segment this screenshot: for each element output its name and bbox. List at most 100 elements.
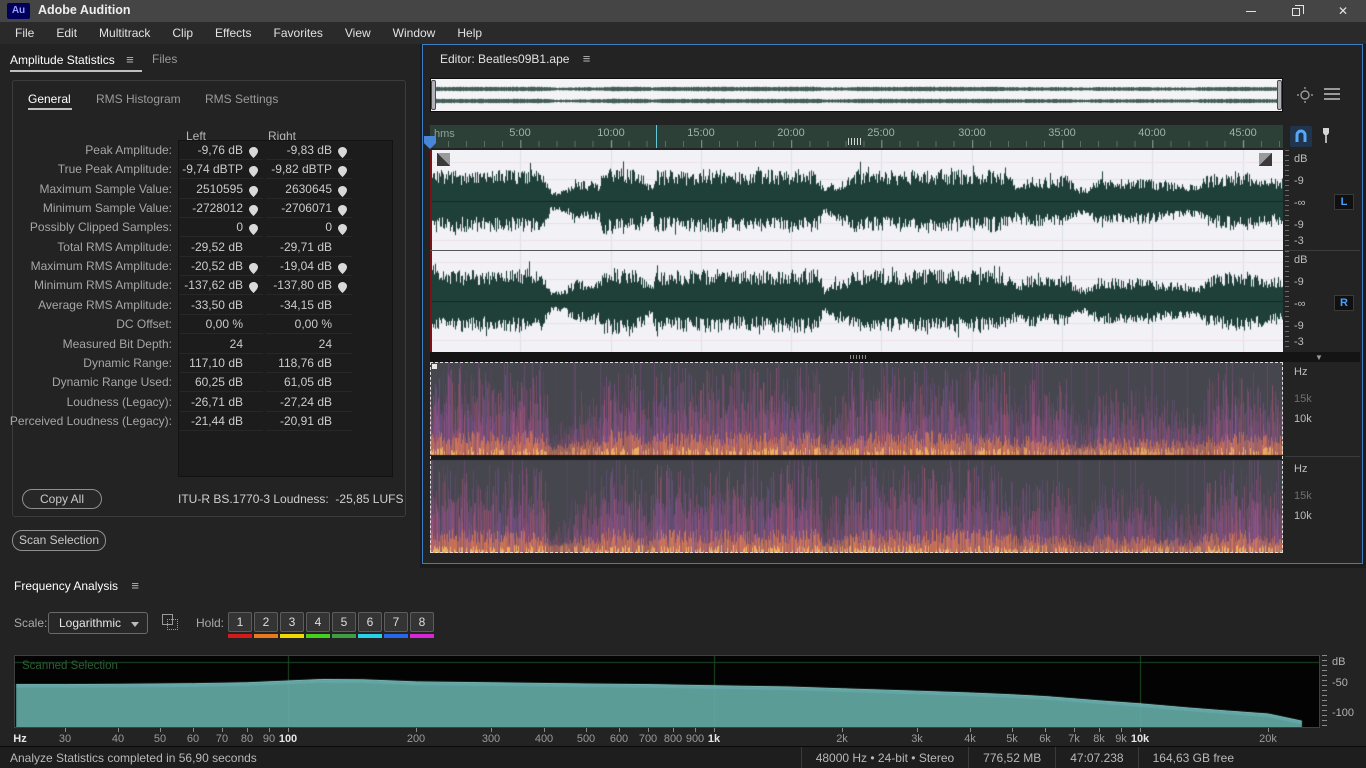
- scale-dropdown[interactable]: Logarithmic: [48, 612, 148, 634]
- scale-dropdown-value: Logarithmic: [59, 616, 122, 630]
- stat-cell-right[interactable]: -27,24 dB: [266, 393, 352, 412]
- stat-cell-right[interactable]: 24: [266, 335, 352, 354]
- stat-cell-right[interactable]: -19,04 dB: [266, 257, 352, 276]
- navigator-right-handle[interactable]: [1277, 80, 1282, 110]
- stat-value: -9,82 dBTP: [271, 162, 332, 176]
- stat-cell-left[interactable]: -26,71 dB: [179, 393, 263, 412]
- hold-button-6[interactable]: 6: [358, 612, 382, 632]
- stat-value: -20,52 dB: [190, 259, 243, 273]
- stat-cell-left[interactable]: -29,52 dB: [179, 238, 263, 257]
- menu-help[interactable]: Help: [446, 22, 493, 44]
- stat-cell-right[interactable]: -9,82 dBTP: [266, 160, 352, 179]
- hold-button-1[interactable]: 1: [228, 612, 252, 632]
- editor-panel-menu-icon[interactable]: ≡: [583, 51, 591, 66]
- stat-cell-right[interactable]: -2706071: [266, 199, 352, 218]
- stat-cell-left[interactable]: -137,62 dB: [179, 276, 263, 295]
- minimize-button[interactable]: [1228, 0, 1274, 22]
- hold-button-4[interactable]: 4: [306, 612, 330, 632]
- hz-tick-label: 15k: [1294, 490, 1312, 502]
- close-button[interactable]: ✕: [1320, 0, 1366, 22]
- hold-button-3[interactable]: 3: [280, 612, 304, 632]
- stat-cell-left[interactable]: -2728012: [179, 199, 263, 218]
- view-splitter[interactable]: ▼: [430, 352, 1360, 362]
- ruler-grip-icon[interactable]: [848, 138, 862, 145]
- tab-rms-settings[interactable]: RMS Settings: [205, 92, 278, 106]
- stat-cell-right[interactable]: -9,83 dB: [266, 141, 352, 160]
- stat-cell-right[interactable]: 2630645: [266, 180, 352, 199]
- tab-amplitude-statistics[interactable]: Amplitude Statistics ≡: [10, 52, 134, 67]
- stat-cell-left[interactable]: -33,50 dB: [179, 296, 263, 315]
- selection-handle-square[interactable]: [432, 364, 437, 369]
- stat-cell-left[interactable]: 0: [179, 218, 263, 237]
- hold-button-7[interactable]: 7: [384, 612, 408, 632]
- menu-clip[interactable]: Clip: [161, 22, 204, 44]
- stat-cell-left[interactable]: 60,25 dB: [179, 373, 263, 392]
- tab-general[interactable]: General: [28, 92, 71, 106]
- stat-cell-right[interactable]: -29,71 dB: [266, 238, 352, 257]
- menu-file[interactable]: File: [4, 22, 45, 44]
- menu-window[interactable]: Window: [382, 22, 447, 44]
- panel-menu-icon[interactable]: ≡: [131, 578, 139, 593]
- selection-corner-handle-right[interactable]: [1259, 153, 1272, 166]
- hold-button-2[interactable]: 2: [254, 612, 278, 632]
- frequency-analysis-panel: Frequency Analysis ≡ Scale: Logarithmic …: [0, 568, 1366, 746]
- tab-label: Amplitude Statistics: [10, 53, 115, 67]
- hz-unit-label: Hz: [1294, 366, 1308, 378]
- x-axis-tick: [1140, 728, 1141, 732]
- stat-cell-right[interactable]: 118,76 dB: [266, 354, 352, 373]
- stat-cell-right[interactable]: -34,15 dB: [266, 296, 352, 315]
- stat-cell-right[interactable]: 61,05 dB: [266, 373, 352, 392]
- stat-cell-right[interactable]: 0,00 %: [266, 315, 352, 334]
- selection-corner-handle-left[interactable]: [437, 153, 450, 166]
- panel-menu-icon[interactable]: ≡: [126, 52, 134, 67]
- stat-cell-left[interactable]: -9,74 dBTP: [179, 160, 263, 179]
- restore-button[interactable]: [1274, 0, 1320, 22]
- stat-cell-left[interactable]: -20,52 dB: [179, 257, 263, 276]
- splitter-grip-icon[interactable]: [850, 355, 866, 359]
- menu-effects[interactable]: Effects: [204, 22, 262, 44]
- overview-navigator[interactable]: [430, 78, 1283, 112]
- menu-favorites[interactable]: Favorites: [263, 22, 334, 44]
- stat-cell-left[interactable]: -9,76 dB: [179, 141, 263, 160]
- ruler-major-tick: [791, 140, 792, 148]
- zoom-navigator-icon[interactable]: [1296, 86, 1314, 104]
- menu-view[interactable]: View: [334, 22, 382, 44]
- tab-files[interactable]: Files: [152, 52, 177, 66]
- collapse-arrow-icon[interactable]: ▼: [1315, 353, 1323, 362]
- stat-value: -33,50 dB: [190, 298, 243, 312]
- stat-cell-left[interactable]: 2510595: [179, 180, 263, 199]
- timeline-ruler[interactable]: hms 5:00 10:00 15:00 20:00 25:00 30:00 35:00 40…: [430, 125, 1283, 148]
- stat-cell-left[interactable]: 24: [179, 335, 263, 354]
- editor-tab[interactable]: Editor: Beatles09B1.ape ≡: [440, 51, 590, 66]
- stat-cell-left[interactable]: 0,00 %: [179, 315, 263, 334]
- copy-all-button[interactable]: Copy All: [22, 489, 102, 509]
- display-options-icon[interactable]: [1324, 88, 1340, 101]
- stat-value: 0: [236, 220, 243, 234]
- snapshot-icon[interactable]: [162, 614, 180, 632]
- channel-badge-left[interactable]: L: [1334, 194, 1354, 210]
- snap-toggle-button[interactable]: [1290, 126, 1312, 147]
- stat-cell-right[interactable]: 0: [266, 218, 352, 237]
- waveform-display[interactable]: [430, 150, 1283, 352]
- x-axis-label-5k: 5k: [1006, 733, 1018, 745]
- x-axis-label-40: 40: [111, 733, 125, 745]
- frequency-chart[interactable]: [14, 655, 1320, 728]
- navigator-left-handle[interactable]: [431, 80, 436, 110]
- stat-cell-right[interactable]: -20,91 dB: [266, 412, 352, 431]
- scan-selection-button[interactable]: Scan Selection: [12, 530, 106, 551]
- stat-value: -9,83 dB: [286, 143, 332, 157]
- hold-button-5[interactable]: 5: [332, 612, 356, 632]
- channel-badge-right[interactable]: R: [1334, 295, 1354, 311]
- spectral-display[interactable]: [430, 362, 1283, 553]
- tab-frequency-analysis[interactable]: Frequency Analysis ≡: [14, 578, 139, 593]
- hold-button-8[interactable]: 8: [410, 612, 434, 632]
- tab-rms-histogram[interactable]: RMS Histogram: [96, 92, 181, 106]
- stat-cell-left[interactable]: -21,44 dB: [179, 412, 263, 431]
- ruler-major-tick: [519, 140, 521, 148]
- menu-edit[interactable]: Edit: [45, 22, 88, 44]
- menu-multitrack[interactable]: Multitrack: [88, 22, 161, 44]
- x-axis-tick: [842, 728, 843, 732]
- stat-cell-left[interactable]: 117,10 dB: [179, 354, 263, 373]
- stat-cell-right[interactable]: -137,80 dB: [266, 276, 352, 295]
- marker-pin-icon[interactable]: [1319, 127, 1333, 145]
